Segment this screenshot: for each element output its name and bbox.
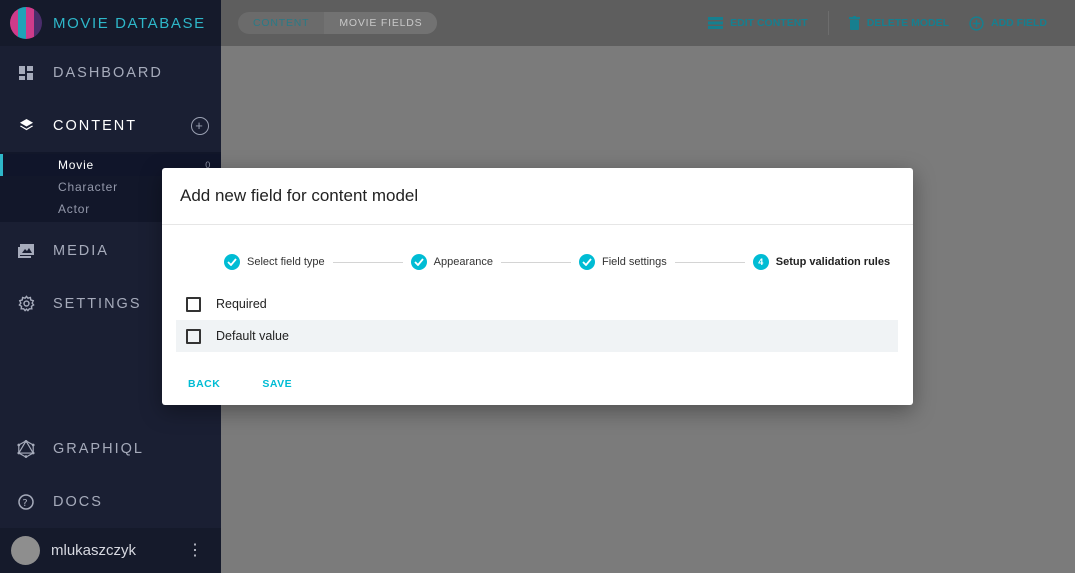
step-label: Field settings xyxy=(601,256,667,268)
delete-model-label: DELETE MODEL xyxy=(866,17,949,29)
content-model-label: Character xyxy=(58,180,118,194)
step-label: Select field type xyxy=(247,256,325,268)
sidebar-item-label: GRAPHIQL xyxy=(53,440,144,457)
sidebar-item-label: SETTINGS xyxy=(53,295,142,312)
step-field-settings: Field settings xyxy=(578,254,667,270)
sidebar-item-dashboard[interactable]: DASHBOARD xyxy=(0,46,221,99)
add-field-button[interactable]: ADD FIELD xyxy=(969,15,1047,31)
dialog-actions: BACK SAVE xyxy=(176,374,322,394)
check-circle-icon xyxy=(578,254,595,270)
default-value-checkbox[interactable] xyxy=(186,328,201,344)
step-number-badge: 4 xyxy=(752,254,769,270)
breadcrumb-movie-fields[interactable]: MOVIE FIELDS xyxy=(324,12,438,34)
required-option[interactable]: Required xyxy=(176,288,898,320)
sidebar-item-label: CONTENT xyxy=(53,117,138,134)
step-appearance: Appearance xyxy=(410,254,493,270)
list-icon xyxy=(708,17,724,29)
toolbar-divider xyxy=(827,11,829,35)
help-icon: ? xyxy=(17,493,35,511)
step-connector xyxy=(500,261,571,263)
step-label: Appearance xyxy=(433,256,493,268)
add-field-label: ADD FIELD xyxy=(991,17,1047,29)
top-bar: CONTENT MOVIE FIELDS EDIT CONTENT DELETE… xyxy=(221,0,1075,46)
gear-icon xyxy=(17,295,35,313)
save-button[interactable]: SAVE xyxy=(250,374,304,394)
app-title: MOVIE DATABASE xyxy=(53,14,206,32)
option-label: Default value xyxy=(216,329,289,343)
graphql-icon xyxy=(17,439,35,458)
add-circle-icon xyxy=(969,15,984,31)
toolbar: EDIT CONTENT DELETE MODEL ADD FIELD xyxy=(688,0,1047,46)
sidebar-item-label: DOCS xyxy=(53,493,103,510)
brand[interactable]: MOVIE DATABASE xyxy=(0,0,221,46)
layers-icon xyxy=(17,117,35,135)
check-circle-icon xyxy=(410,254,427,270)
content-model-label: Actor xyxy=(58,202,91,216)
stepper: Select field type Appearance Field setti… xyxy=(224,254,890,270)
step-connector xyxy=(674,261,745,263)
dashboard-icon xyxy=(17,64,35,82)
svg-text:?: ? xyxy=(22,498,29,509)
sidebar-item-docs[interactable]: ? DOCS xyxy=(0,475,221,528)
trash-icon xyxy=(848,16,860,30)
more-vertical-icon[interactable]: ⋮ xyxy=(187,542,203,559)
sidebar-item-graphiql[interactable]: GRAPHIQL xyxy=(0,422,221,475)
step-connector xyxy=(332,261,403,263)
image-icon xyxy=(17,242,35,260)
step-setup-validation-rules: 4 Setup validation rules xyxy=(752,254,891,270)
check-circle-icon xyxy=(224,254,240,270)
edit-content-button[interactable]: EDIT CONTENT xyxy=(708,17,808,29)
sidebar-item-label: MEDIA xyxy=(53,242,109,259)
option-label: Required xyxy=(216,297,267,311)
sidebar-item-label: DASHBOARD xyxy=(53,64,163,81)
dialog-title: Add new field for content model xyxy=(162,168,913,225)
default-value-option[interactable]: Default value xyxy=(176,320,898,352)
add-field-dialog: Add new field for content model Select f… xyxy=(162,168,913,405)
content-model-label: Movie xyxy=(58,158,95,172)
step-label: Setup validation rules xyxy=(775,256,891,268)
delete-model-button[interactable]: DELETE MODEL xyxy=(848,16,949,30)
breadcrumb: CONTENT MOVIE FIELDS xyxy=(238,12,438,34)
username: mlukaszczyk xyxy=(51,542,137,559)
back-button[interactable]: BACK xyxy=(176,374,232,394)
edit-content-label: EDIT CONTENT xyxy=(730,17,808,29)
avatar xyxy=(11,536,40,565)
app-logo-icon xyxy=(10,7,42,39)
user-menu[interactable]: mlukaszczyk ⋮ xyxy=(0,528,221,573)
add-content-model-icon[interactable]: + xyxy=(191,116,209,135)
required-checkbox[interactable] xyxy=(186,296,201,312)
sidebar-item-content[interactable]: CONTENT + xyxy=(0,99,221,152)
step-select-field-type: Select field type xyxy=(224,254,325,270)
breadcrumb-content[interactable]: CONTENT xyxy=(238,12,324,34)
